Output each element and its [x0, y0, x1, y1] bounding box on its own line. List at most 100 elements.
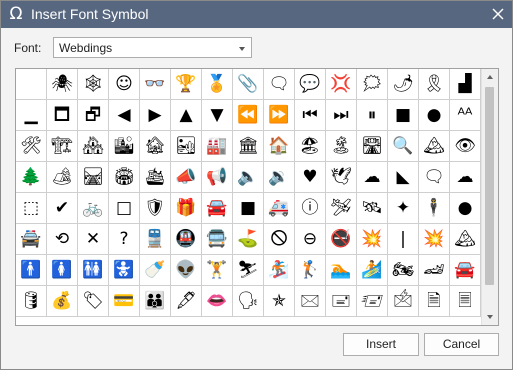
- symbol-cell[interactable]: 🚺: [47, 255, 78, 286]
- symbol-cell[interactable]: 🚍: [202, 224, 233, 255]
- scroll-up-button[interactable]: [482, 69, 498, 85]
- symbol-cell[interactable]: ♥: [295, 162, 326, 193]
- symbol-cell[interactable]: 👪: [140, 286, 171, 317]
- symbol-cell[interactable]: 🗨: [419, 162, 450, 193]
- symbol-cell[interactable]: 🗣: [233, 286, 264, 317]
- symbol-cell[interactable]: 🏔: [450, 224, 481, 255]
- symbol-cell[interactable]: 👓: [140, 69, 171, 100]
- symbol-cell[interactable]: ●: [419, 100, 450, 131]
- symbol-cell[interactable]: 🖅: [357, 286, 388, 317]
- symbol-cell[interactable]: 💰: [47, 286, 78, 317]
- symbol-cell[interactable]: 🕷: [47, 69, 78, 100]
- symbol-cell[interactable]: ☺: [109, 69, 140, 100]
- symbol-cell[interactable]: ●: [450, 193, 481, 224]
- symbol-cell[interactable]: 💬: [295, 69, 326, 100]
- symbol-cell[interactable]: ⏩: [264, 100, 295, 131]
- symbol-cell[interactable]: 🏛: [233, 131, 264, 162]
- symbol-cell[interactable]: 🔈: [233, 162, 264, 193]
- symbol-cell[interactable]: ▟: [450, 69, 481, 100]
- scrollbar-thumb[interactable]: [485, 87, 494, 285]
- symbol-cell[interactable]: ⟲: [47, 224, 78, 255]
- symbol-cell[interactable]: 🖃: [326, 286, 357, 317]
- symbol-cell[interactable]: 🏌: [295, 255, 326, 286]
- symbol-cell[interactable]: 🕊: [326, 162, 357, 193]
- symbol-cell[interactable]: ☁: [450, 162, 481, 193]
- symbol-cell[interactable]: 🛳: [140, 162, 171, 193]
- symbol-cell[interactable]: ?: [109, 224, 140, 255]
- symbol-cell[interactable]: 🏭: [202, 131, 233, 162]
- symbol-cell[interactable]: 🔉: [264, 162, 295, 193]
- symbol-cell[interactable]: ⏸: [357, 100, 388, 131]
- symbol-cell[interactable]: ⬚: [16, 193, 47, 224]
- symbol-cell[interactable]: 🖂: [295, 286, 326, 317]
- symbol-cell[interactable]: 🗏: [450, 286, 481, 317]
- symbol-cell[interactable]: ▲: [171, 100, 202, 131]
- symbol-cell[interactable]: ✦: [388, 193, 419, 224]
- symbol-cell[interactable]: 🛠: [16, 131, 47, 162]
- symbol-cell[interactable]: ᴬᴬ: [450, 100, 481, 131]
- symbol-cell[interactable]: ▁: [16, 100, 47, 131]
- symbol-cell[interactable]: 🏖: [295, 131, 326, 162]
- symbol-cell[interactable]: 🏎: [419, 255, 450, 286]
- symbol-cell[interactable]: 🗯: [357, 69, 388, 100]
- symbol-cell[interactable]: 🏷: [78, 286, 109, 317]
- symbol-cell[interactable]: ■: [233, 193, 264, 224]
- symbol-cell[interactable]: 🏙: [109, 131, 140, 162]
- symbol-cell[interactable]: ⛷: [233, 255, 264, 286]
- scroll-down-button[interactable]: [482, 309, 498, 325]
- symbol-cell[interactable]: 🗗: [78, 100, 109, 131]
- symbol-cell[interactable]: 🛇: [264, 224, 295, 255]
- symbol-cell[interactable]: 🖄: [388, 286, 419, 317]
- symbol-cell[interactable]: 🚭: [326, 224, 357, 255]
- symbol-cell[interactable]: 🎗: [419, 69, 450, 100]
- symbol-cell[interactable]: ■: [388, 100, 419, 131]
- symbol-cell[interactable]: 🚘: [202, 193, 233, 224]
- symbol-cell[interactable]: 🏠: [264, 131, 295, 162]
- symbol-cell[interactable]: 🏅: [202, 69, 233, 100]
- cancel-button[interactable]: Cancel: [424, 333, 499, 356]
- symbol-cell[interactable]: 🛤: [78, 162, 109, 193]
- symbol-cell[interactable]: □: [109, 193, 140, 224]
- symbol-cell[interactable]: ⊖: [295, 224, 326, 255]
- symbol-cell[interactable]: 🚔: [16, 224, 47, 255]
- symbol-cell[interactable]: 🏔: [419, 131, 450, 162]
- symbol-cell[interactable]: 🔍: [388, 131, 419, 162]
- symbol-cell[interactable]: 🛣: [357, 131, 388, 162]
- symbol-cell[interactable]: 🛢: [16, 286, 47, 317]
- symbol-cell[interactable]: 🏆: [171, 69, 202, 100]
- symbol-cell[interactable]: ⛳: [233, 224, 264, 255]
- insert-button[interactable]: Insert: [343, 333, 419, 356]
- symbol-cell[interactable]: 🚑: [264, 193, 295, 224]
- symbol-cell[interactable]: 💥: [357, 224, 388, 255]
- symbol-cell[interactable]: ✯: [264, 286, 295, 317]
- symbol-cell[interactable]: ▶: [140, 100, 171, 131]
- symbol-cell[interactable]: 🏕: [47, 162, 78, 193]
- symbol-cell[interactable]: 🏜: [171, 131, 202, 162]
- symbol-cell[interactable]: 🕸: [78, 69, 109, 100]
- symbol-cell[interactable]: 🏗: [47, 131, 78, 162]
- symbol-cell[interactable]: ✔: [47, 193, 78, 224]
- symbol-cell[interactable]: 🏘: [78, 131, 109, 162]
- symbol-cell[interactable]: ⓘ: [295, 193, 326, 224]
- symbol-cell[interactable]: 🛩: [326, 193, 357, 224]
- symbol-cell[interactable]: 🌲: [16, 162, 47, 193]
- symbol-cell[interactable]: ✕: [78, 224, 109, 255]
- symbol-cell[interactable]: 🗖: [47, 100, 78, 131]
- symbol-cell[interactable]: 👽: [171, 255, 202, 286]
- vertical-scrollbar[interactable]: [481, 69, 498, 325]
- symbol-cell[interactable]: 🎁: [171, 193, 202, 224]
- symbol-cell[interactable]: 🏋: [202, 255, 233, 286]
- symbol-cell[interactable]: 💢: [326, 69, 357, 100]
- symbol-cell[interactable]: ▼: [202, 100, 233, 131]
- font-dropdown[interactable]: Webdings: [53, 37, 252, 58]
- symbol-cell[interactable]: 🚲: [78, 193, 109, 224]
- symbol-cell[interactable]: 🚆: [140, 224, 171, 255]
- symbol-cell[interactable]: 👄: [202, 286, 233, 317]
- symbol-cell[interactable]: 🏂: [264, 255, 295, 286]
- symbol-cell[interactable]: 📎: [233, 69, 264, 100]
- symbol-cell[interactable]: 🏚: [140, 131, 171, 162]
- symbol-cell[interactable]: ☁: [357, 162, 388, 193]
- symbol-cell[interactable]: 📣: [171, 162, 202, 193]
- symbol-cell[interactable]: 👁: [450, 131, 481, 162]
- symbol-cell[interactable]: |: [388, 224, 419, 255]
